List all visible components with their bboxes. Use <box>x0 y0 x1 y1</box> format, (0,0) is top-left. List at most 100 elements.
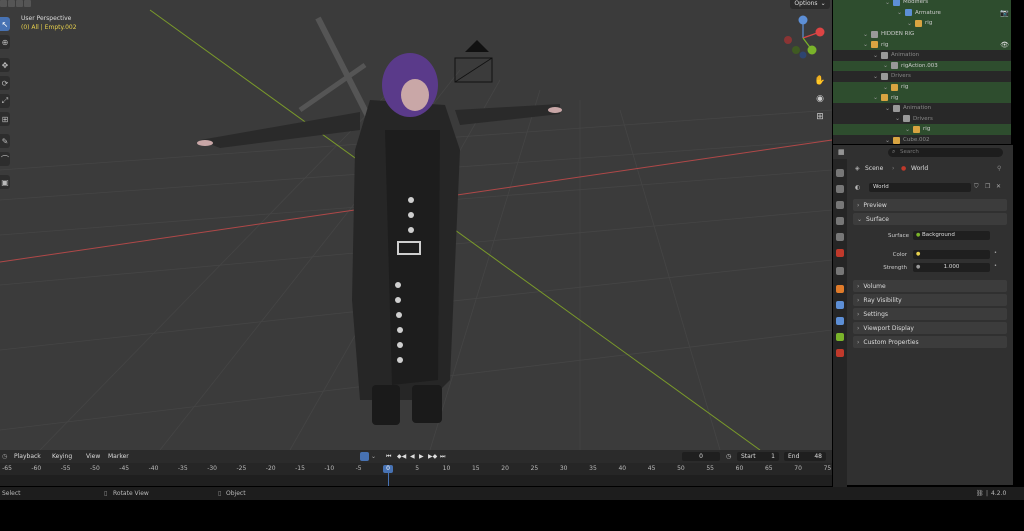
select-extend-icon[interactable] <box>8 0 15 7</box>
outliner-row[interactable]: ⌄ Drivers <box>833 71 1013 82</box>
output-tab-icon[interactable] <box>836 201 844 209</box>
annotate-tool-button[interactable]: ✎ <box>0 134 10 148</box>
outliner-row[interactable]: ⌄ rig <box>833 92 1013 103</box>
outliner-row[interactable]: ⌄ Armature 📷 <box>833 7 1013 19</box>
keyframe-dot-icon[interactable]: • <box>994 250 997 256</box>
chevron-down-icon[interactable]: ⌄ <box>885 105 890 112</box>
clock-icon[interactable]: ◷ <box>726 453 731 460</box>
close-icon[interactable]: ✕ <box>996 183 1001 190</box>
playhead-handle[interactable]: 0 <box>383 465 393 473</box>
panel-viewport-display[interactable]: › Viewport Display <box>853 322 1007 334</box>
outliner-panel[interactable]: ⌄ Modifiers ⌄ Armature 📷 ⌄ rig ⌄ HIDDEN RIG ⌄ rig 👁… <box>833 0 1024 144</box>
data-tab-icon[interactable] <box>836 333 844 341</box>
jump-end-icon[interactable]: ⏭ <box>440 453 445 461</box>
outliner-row[interactable]: ⌄ Modifiers <box>833 0 1013 8</box>
chevron-down-icon[interactable]: ⌄ <box>371 453 376 460</box>
modifiers-tab-icon[interactable] <box>836 301 844 309</box>
render-tab-icon[interactable] <box>836 185 844 193</box>
move-tool-button[interactable]: ✥ <box>0 58 10 72</box>
pan-view-button[interactable]: ✋ <box>813 74 827 88</box>
select-tool-button[interactable]: ↖ <box>0 17 10 31</box>
select-subtract-icon[interactable] <box>16 0 23 7</box>
outliner-row[interactable]: ⌄ rigAction.003 <box>833 60 1013 72</box>
pin-icon[interactable]: ⚲ <box>997 165 1001 172</box>
play-icon[interactable]: ▶ <box>419 453 424 460</box>
eye-icon[interactable]: 👁 <box>1000 41 1009 49</box>
object-tab-icon[interactable] <box>836 285 844 293</box>
add-cube-tool-button[interactable]: ▣ <box>0 175 10 189</box>
strength-field[interactable]: 1.000 <box>913 263 990 272</box>
toggle-perspective-button[interactable]: ⊞ <box>813 110 827 124</box>
chevron-down-icon[interactable]: ⌄ <box>873 73 878 80</box>
properties-panel[interactable]: ▦ Search ⌕ ◈ Scene › ● World ⚲ ◐ World ⛉… <box>833 145 1013 489</box>
camera-icon[interactable]: 📷 <box>1000 9 1009 17</box>
chevron-down-icon[interactable]: ⌄ <box>883 84 888 91</box>
jump-keyframe-back-icon[interactable]: ◆◀ <box>397 453 406 460</box>
panel-custom-properties[interactable]: › Custom Properties <box>853 336 1007 348</box>
outliner-row[interactable]: ⌄ Cube.002 <box>833 135 1013 144</box>
keyframe-dot-icon[interactable]: • <box>994 263 997 269</box>
outliner-row[interactable]: ⌄ Animation <box>833 103 1013 114</box>
view-menu[interactable]: View <box>86 453 100 460</box>
play-reverse-icon[interactable]: ◀ <box>410 453 415 460</box>
current-frame-field[interactable]: 0 <box>682 452 720 461</box>
start-frame-field[interactable]: Start 1 <box>737 452 779 461</box>
timeline-ruler[interactable]: -65-60-55-50-45-40-35-30-25-20-15-10-505… <box>0 463 832 475</box>
panel-preview[interactable]: › Preview <box>853 199 1007 211</box>
keying-menu[interactable]: Keying <box>52 453 72 460</box>
outliner-row[interactable]: ⌄ Drivers <box>833 114 1013 125</box>
panel-settings[interactable]: › Settings <box>853 308 1007 320</box>
editor-type-icon[interactable]: ◷ <box>2 453 7 460</box>
physics-tab-icon[interactable] <box>836 317 844 325</box>
chevron-down-icon[interactable]: ⌄ <box>873 94 878 101</box>
chevron-down-icon[interactable]: ⌄ <box>863 31 868 38</box>
select-box-icon[interactable] <box>0 0 7 7</box>
chevron-down-icon[interactable]: ⌄ <box>897 9 902 16</box>
camera-view-button[interactable]: ◉ <box>813 92 827 106</box>
outliner-row[interactable]: ⌄ rig <box>833 18 1013 29</box>
outliner-row[interactable]: ⌄ HIDDEN RIG <box>833 28 1013 40</box>
surface-shader-field[interactable]: Background <box>913 231 990 240</box>
jump-keyframe-forward-icon[interactable]: ▶◆ <box>428 453 437 460</box>
chevron-down-icon[interactable]: ⌄ <box>907 20 912 27</box>
scale-tool-button[interactable]: ⤢ <box>0 94 10 108</box>
3d-viewport[interactable]: User Perspective (0) All | Empty.002 Opt… <box>0 0 832 450</box>
color-field[interactable]: ● <box>913 250 990 259</box>
world-datablock-icon[interactable]: ◐ <box>855 184 860 191</box>
transform-tool-button[interactable]: ⊞ <box>0 112 10 126</box>
measure-tool-button[interactable]: ⌒ <box>0 152 10 166</box>
chevron-down-icon[interactable]: ⌄ <box>895 115 900 122</box>
panel-volume[interactable]: › Volume <box>853 280 1007 292</box>
properties-scrollbar[interactable] <box>1013 145 1024 485</box>
view-layer-tab-icon[interactable] <box>836 217 844 225</box>
rotate-tool-button[interactable]: ⟳ <box>0 76 10 90</box>
world-tab-icon[interactable] <box>836 249 844 257</box>
duplicate-icon[interactable]: ❐ <box>985 183 990 190</box>
chevron-down-icon[interactable]: ⌄ <box>885 0 890 6</box>
texture-tab-icon[interactable] <box>836 349 844 357</box>
fake-user-shield-icon[interactable]: ⛉ <box>974 183 979 191</box>
outliner-row[interactable]: ⌄ rig <box>833 81 1013 93</box>
cursor-tool-button[interactable]: ⊕ <box>0 35 10 49</box>
world-name-field[interactable]: World <box>869 183 971 192</box>
outliner-scrollbar[interactable] <box>1011 0 1024 144</box>
properties-search-input[interactable]: Search <box>888 148 1003 157</box>
playback-menu[interactable]: Playback <box>14 453 41 460</box>
collection-tab-icon[interactable] <box>836 267 844 275</box>
navigation-gizmo[interactable] <box>784 15 825 59</box>
chevron-down-icon[interactable]: ⌄ <box>905 126 910 133</box>
panel-ray-visibility[interactable]: › Ray Visibility <box>853 294 1007 306</box>
chevron-down-icon[interactable]: ⌄ <box>883 62 888 69</box>
outliner-row[interactable]: ⌄ rig 👁 <box>833 39 1013 50</box>
chevron-down-icon[interactable]: ⌄ <box>863 41 868 48</box>
editor-type-icon[interactable]: ▦ <box>838 148 845 156</box>
jump-start-icon[interactable]: ⏮ <box>386 453 391 461</box>
scene-tab-icon[interactable] <box>836 233 844 241</box>
outliner-row[interactable]: ⌄ rig <box>833 124 1013 135</box>
select-invert-icon[interactable] <box>24 0 31 7</box>
outliner-row[interactable]: ⌄ Animation <box>833 50 1013 61</box>
timeline-track-area[interactable] <box>0 475 832 486</box>
header-editor-icons[interactable] <box>0 0 31 8</box>
end-frame-field[interactable]: End 48 <box>784 452 826 461</box>
character-model[interactable] <box>197 16 562 425</box>
